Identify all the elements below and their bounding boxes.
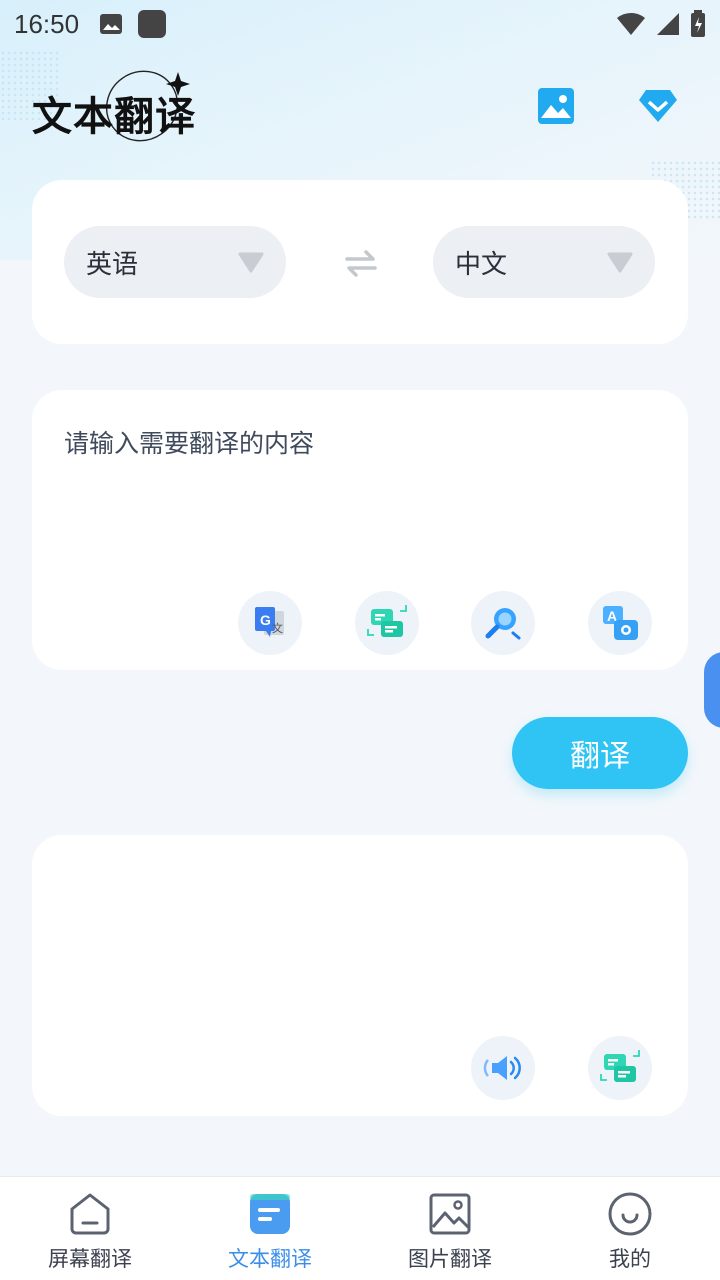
google-translate-icon: G文: [255, 607, 284, 637]
text-doc-icon: [250, 1194, 290, 1234]
nav-label: 屏幕翻译: [48, 1247, 132, 1271]
status-time: 16:50: [14, 8, 80, 39]
copy-result-button[interactable]: [588, 1036, 652, 1100]
nav-label: 图片翻译: [408, 1247, 492, 1271]
target-language-label: 中文: [455, 249, 508, 280]
language-selector-card: 英语 中文: [32, 180, 688, 344]
page-title-block: 文本翻译: [30, 70, 230, 150]
image-translate-button[interactable]: [534, 84, 578, 128]
camera-text-icon: A: [603, 606, 638, 640]
wifi-icon: [617, 12, 645, 36]
dialogue-translate-button[interactable]: [355, 591, 419, 655]
nav-image-translate[interactable]: 图片翻译: [360, 1177, 540, 1280]
status-bar: 16:50: [0, 0, 720, 48]
chat-bubbles-icon: [367, 605, 407, 637]
chevron-down-icon: [607, 252, 633, 273]
smile-face-icon: [608, 1192, 652, 1236]
chevron-down-icon: [238, 252, 264, 273]
signal-icon: [657, 13, 679, 35]
page-title: 文本翻译: [32, 94, 196, 140]
picture-icon: [429, 1193, 471, 1235]
nav-label: 我的: [609, 1247, 651, 1271]
lookup-button[interactable]: [471, 591, 535, 655]
diamond-icon: [639, 90, 677, 122]
nav-label: 文本翻译: [228, 1247, 312, 1271]
source-text-card[interactable]: 请输入需要翻译的内容 G文 A: [32, 390, 688, 670]
speak-button[interactable]: [471, 1036, 535, 1100]
chat-bubbles-icon: [600, 1050, 640, 1082]
svg-text:文: 文: [272, 621, 283, 635]
image-icon: [538, 88, 574, 124]
gallery-notification-icon: [100, 14, 123, 34]
app-notification-icon: [138, 10, 167, 38]
bottom-navigation: 屏幕翻译 文本翻译 图片翻译 我的: [0, 1176, 720, 1280]
target-language-dropdown[interactable]: 中文: [433, 226, 655, 298]
source-text-input[interactable]: 请输入需要翻译的内容: [64, 424, 314, 460]
translator-engine-button[interactable]: G文: [238, 591, 302, 655]
result-card: [32, 835, 688, 1116]
source-language-dropdown[interactable]: 英语: [64, 226, 286, 298]
magnifier-icon: [485, 608, 521, 640]
nav-profile[interactable]: 我的: [540, 1177, 720, 1280]
source-language-label: 英语: [86, 249, 139, 280]
translate-button[interactable]: 翻译: [512, 717, 688, 789]
nav-screen-translate[interactable]: 屏幕翻译: [0, 1177, 180, 1280]
nav-text-translate[interactable]: 文本翻译: [180, 1177, 360, 1280]
camera-translate-button[interactable]: A: [588, 591, 652, 655]
floating-side-tab[interactable]: [704, 652, 720, 728]
battery-icon: [691, 10, 705, 37]
screen-icon: [70, 1193, 110, 1235]
speaker-icon: [483, 1056, 521, 1080]
vip-button[interactable]: [636, 84, 680, 128]
swap-languages-icon[interactable]: [344, 248, 378, 278]
svg-text:G: G: [260, 612, 271, 628]
